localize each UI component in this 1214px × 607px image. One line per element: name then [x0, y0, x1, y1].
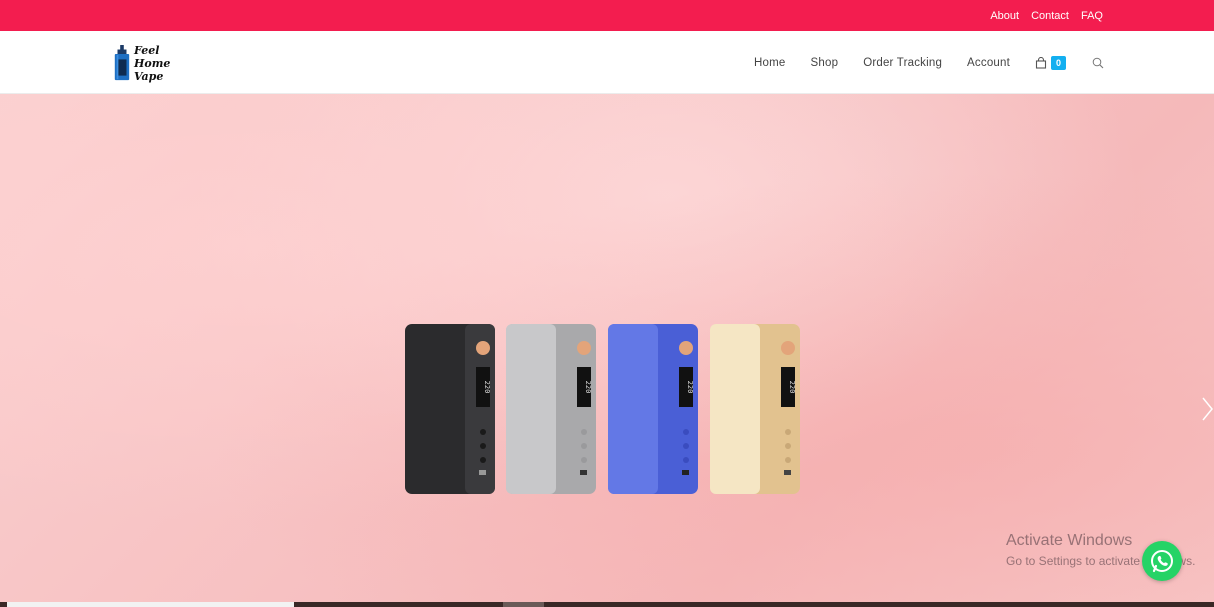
- vape-bottle-icon: [114, 45, 130, 81]
- product-blue-mod: 220: [608, 324, 698, 494]
- search-button[interactable]: [1092, 57, 1104, 69]
- top-link-contact[interactable]: Contact: [1031, 10, 1069, 22]
- top-bar-nav: About Contact FAQ: [990, 0, 1103, 31]
- nav-order-tracking[interactable]: Order Tracking: [863, 57, 942, 69]
- top-link-about[interactable]: About: [990, 10, 1019, 22]
- logo-line-2: Vape: [133, 69, 164, 83]
- blue-mod-screen: 220: [686, 381, 694, 394]
- product-black-mod: 220: [405, 324, 495, 494]
- nav-home[interactable]: Home: [754, 57, 785, 69]
- silver-mod-screen: 220: [584, 381, 592, 394]
- nav-shop[interactable]: Shop: [811, 57, 839, 69]
- top-bar: About Contact FAQ: [0, 0, 1214, 31]
- nav-account[interactable]: Account: [967, 57, 1010, 69]
- whatsapp-button[interactable]: [1142, 541, 1182, 581]
- black-mod-screen: 220: [483, 381, 491, 394]
- product-silver-mod: 220: [506, 324, 596, 494]
- chevron-right-icon[interactable]: [1200, 394, 1214, 424]
- cart-count-badge: 0: [1051, 55, 1066, 70]
- logo-line-1: Feel Home: [133, 43, 171, 70]
- hero-slider: 220 220 220 220 Activate Windows Go to S…: [0, 94, 1214, 602]
- next-section-strip: [0, 602, 1214, 607]
- hero-product-image: 220 220 220 220: [405, 324, 800, 494]
- site-header: Feel Home Vape Home Shop Order Tracking …: [0, 31, 1214, 94]
- gold-mod-screen: 220: [788, 381, 796, 394]
- cart-button[interactable]: 0: [1035, 55, 1066, 70]
- logo-text: Feel Home Vape: [134, 44, 193, 83]
- strip-mid-segment: [503, 602, 544, 607]
- top-link-faq[interactable]: FAQ: [1081, 10, 1103, 22]
- site-logo[interactable]: Feel Home Vape: [113, 42, 193, 84]
- shopping-bag-icon: [1035, 56, 1047, 69]
- strip-light-segment: [7, 602, 294, 607]
- whatsapp-icon: [1151, 550, 1173, 573]
- search-icon: [1092, 57, 1104, 68]
- product-gold-mod: 220: [710, 324, 800, 494]
- main-nav: Home Shop Order Tracking Account 0: [729, 31, 1104, 94]
